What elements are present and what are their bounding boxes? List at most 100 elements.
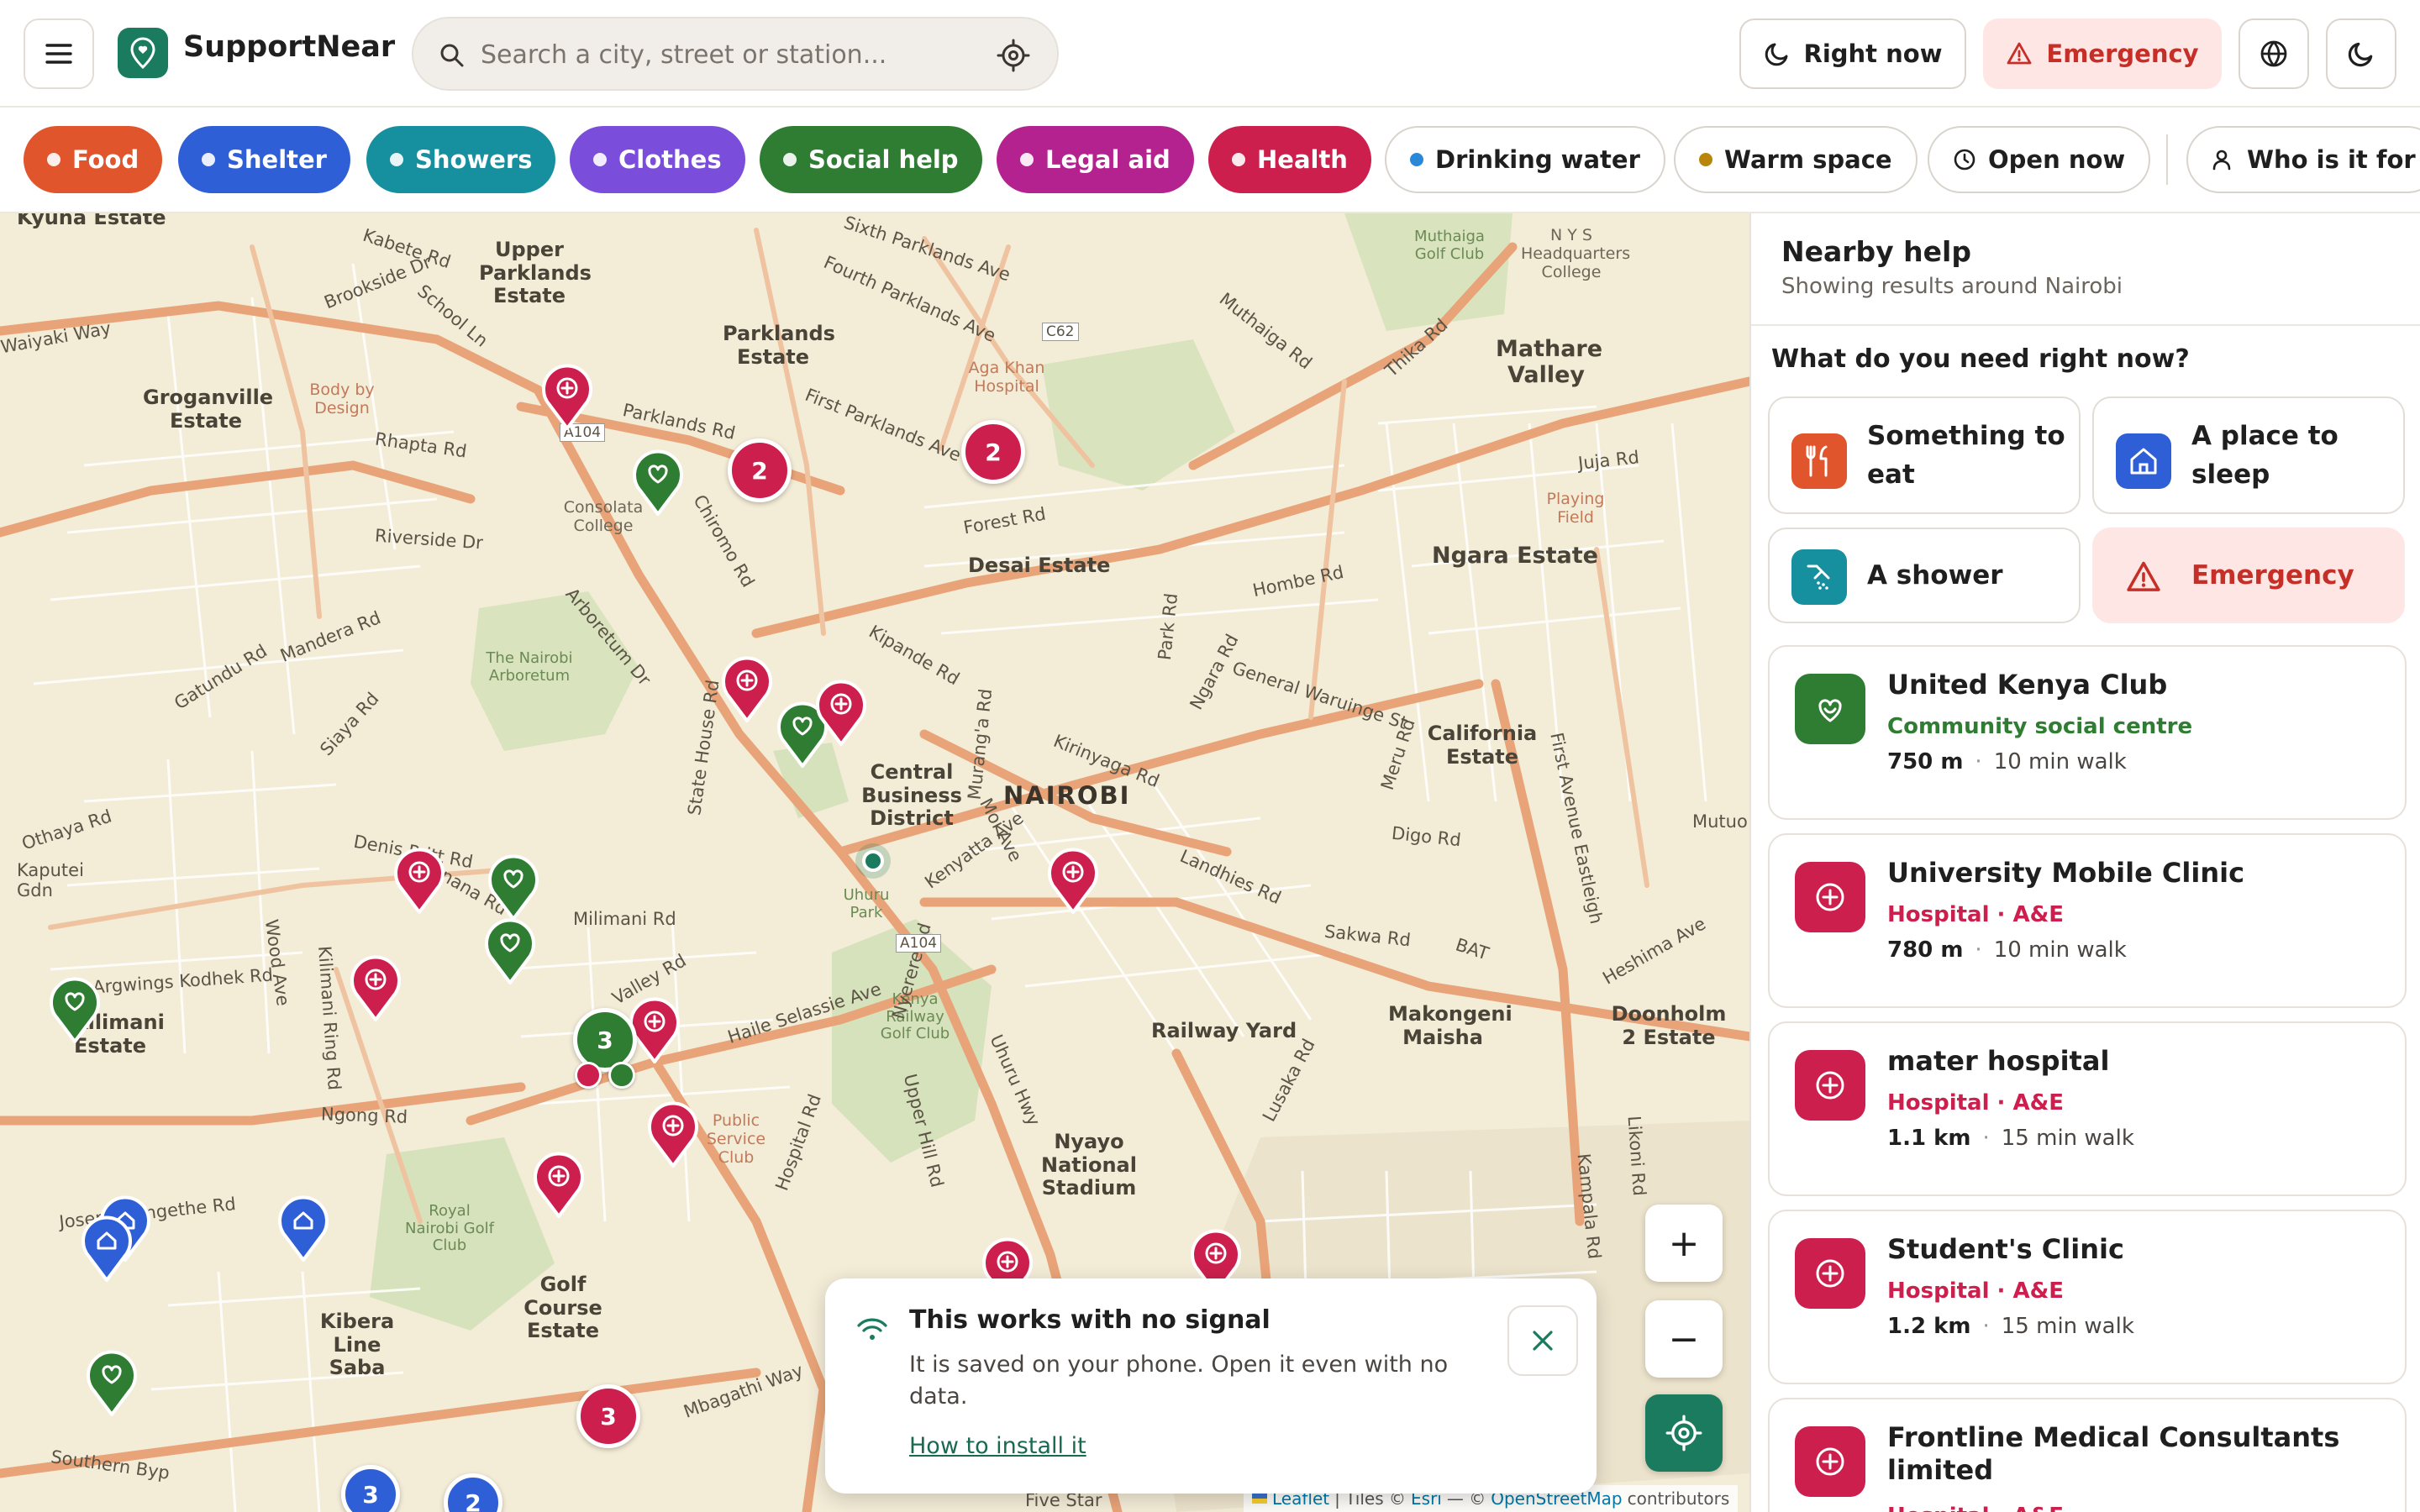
emergency-button[interactable]: Emergency	[1983, 18, 2222, 89]
map-place-label: N Y S Headquarters College	[1521, 226, 1631, 281]
theme-toggle-button[interactable]	[2326, 18, 2396, 89]
zoom-in-label: +	[1668, 1221, 1700, 1265]
zoom-out-button[interactable]: −	[1645, 1300, 1723, 1378]
results-panel: Nearby help Showing results around Nairo…	[1749, 213, 2420, 1512]
result-card[interactable]: University Mobile Clinic Hospital · A&E …	[1768, 833, 2407, 1008]
map-view[interactable]: Kyuna Estate Upper Parklands Estate Park…	[0, 213, 1749, 1512]
map-road-label: Mutuo	[1692, 811, 1748, 832]
need-button-emergency[interactable]: Emergency	[2092, 528, 2405, 623]
need-icon-tile	[1791, 549, 1847, 605]
map-area-label: Doonholm 2 Estate	[1611, 1002, 1727, 1049]
map-mini-marker[interactable]	[608, 1062, 635, 1089]
map-area-label: Parklands Estate	[723, 322, 835, 369]
need-icon-tile	[2116, 549, 2171, 605]
search-bar[interactable]	[412, 17, 1059, 91]
hand-heart-icon	[1818, 699, 1842, 722]
moon-icon	[1765, 43, 1787, 66]
medical-cross-icon	[1816, 1071, 1844, 1100]
menu-button[interactable]	[24, 18, 94, 89]
map-area-label: Groganville Estate	[143, 386, 274, 433]
need-label: A place to sleep	[2191, 420, 2338, 491]
install-link[interactable]: How to install it	[909, 1433, 1086, 1459]
shelter-map-pin[interactable]	[77, 1213, 136, 1284]
health-map-pin[interactable]	[1044, 845, 1102, 916]
filter-chip-social-help[interactable]: Social help	[760, 126, 982, 193]
house-icon	[278, 1195, 329, 1262]
map-area-label: California Estate	[1427, 722, 1538, 769]
chip-label: Shelter	[227, 145, 327, 174]
result-name: mater hospital	[1887, 1045, 2110, 1077]
need-label: Emergency	[2191, 559, 2354, 591]
need-button-sleep[interactable]: A place to sleep	[2092, 396, 2405, 514]
hand-heart-icon	[87, 1350, 137, 1416]
result-category: Community social centre	[1887, 714, 2193, 739]
health-map-pin[interactable]	[644, 1099, 702, 1169]
language-button[interactable]	[2238, 18, 2309, 89]
result-name: United Kenya Club	[1887, 669, 2168, 701]
map-area-label: Railway Yard	[1151, 1019, 1297, 1042]
map-area-label: Nyayo National Stadium	[1041, 1130, 1137, 1200]
current-location-marker	[855, 843, 891, 879]
health-map-pin[interactable]	[812, 677, 871, 748]
crosshair-icon[interactable]	[997, 39, 1030, 72]
filter-chip-shelter[interactable]: Shelter	[178, 126, 350, 193]
health-map-pin[interactable]	[718, 654, 776, 724]
result-card[interactable]: mater hospital Hospital · A&E 1.1 km · 15 …	[1768, 1021, 2407, 1196]
right-now-button[interactable]: Right now	[1739, 18, 1966, 89]
medical-cross-icon	[1048, 848, 1098, 914]
result-card[interactable]: Frontline Medical Consultants limited Ho…	[1768, 1398, 2407, 1512]
locate-me-button[interactable]	[1645, 1394, 1723, 1472]
need-button-shower[interactable]: A shower	[1768, 528, 2081, 623]
filter-chip-warm-space[interactable]: Warm space	[1674, 126, 1918, 193]
search-input[interactable]	[481, 34, 951, 76]
need-icon-tile	[2116, 433, 2171, 489]
need-button-food[interactable]: Something to eat	[1768, 396, 2081, 514]
map-cluster-marker[interactable]: 2	[961, 420, 1025, 484]
chip-dot	[593, 153, 607, 166]
social-map-pin[interactable]	[481, 916, 539, 986]
map-area-label: Desai Estate	[968, 554, 1111, 577]
social-map-pin[interactable]	[45, 974, 104, 1045]
medical-cross-icon	[1816, 1447, 1844, 1476]
chip-label: Drinking water	[1435, 145, 1640, 174]
filter-chip-drinking-water[interactable]: Drinking water	[1385, 126, 1665, 193]
toast-close-button[interactable]	[1507, 1305, 1578, 1376]
result-distance: 1.1 km	[1887, 1126, 1971, 1151]
filter-chip-legal-aid[interactable]: Legal aid	[997, 126, 1194, 193]
map-cluster-marker[interactable]: 2	[728, 438, 792, 502]
health-map-pin[interactable]	[346, 953, 405, 1023]
result-distance: 1.2 km	[1887, 1314, 1971, 1339]
social-map-pin[interactable]	[629, 447, 687, 517]
health-map-pin[interactable]	[538, 361, 597, 432]
health-map-pin[interactable]	[390, 845, 449, 916]
map-mini-marker[interactable]	[575, 1062, 602, 1089]
filter-chip-health[interactable]: Health	[1208, 126, 1371, 193]
shelter-map-pin[interactable]	[274, 1193, 333, 1263]
map-road-shield: A104	[896, 934, 942, 953]
medical-cross-icon	[394, 848, 445, 914]
filter-chip-clothes[interactable]: Clothes	[570, 126, 745, 193]
social-map-pin[interactable]	[484, 852, 543, 922]
filter-chip-showers[interactable]: Showers	[366, 126, 556, 193]
result-category: Hospital · A&E	[1887, 1504, 2064, 1512]
social-map-pin[interactable]	[82, 1347, 141, 1418]
panel-header: Nearby help Showing results around Nairo…	[1751, 213, 2420, 326]
filter-chip-open-now[interactable]: Open now	[1928, 126, 2151, 193]
map-cluster-marker[interactable]: 3	[576, 1384, 640, 1448]
warning-icon	[2007, 42, 2032, 65]
filter-chip-who-is-it-for[interactable]: Who is it for	[2186, 126, 2420, 193]
result-walk-time: 10 min walk	[1993, 749, 2127, 774]
result-walk-time: 10 min walk	[1993, 937, 2127, 963]
app-name[interactable]: SupportNear	[183, 30, 395, 64]
health-map-pin[interactable]	[529, 1149, 588, 1220]
filter-chip-food[interactable]: Food	[24, 126, 163, 193]
medical-cross-icon	[816, 680, 866, 746]
zoom-in-button[interactable]: +	[1645, 1205, 1723, 1282]
clock-icon	[1954, 149, 1975, 171]
map-area-label: Makongeni Maisha	[1388, 1002, 1512, 1049]
result-card[interactable]: United Kenya Club Community social centr…	[1768, 645, 2407, 820]
hand-heart-icon	[50, 977, 100, 1043]
chip-dot	[202, 153, 215, 166]
chip-dot	[1020, 153, 1034, 166]
result-card[interactable]: Student's Clinic Hospital · A&E 1.2 km · 1…	[1768, 1210, 2407, 1384]
